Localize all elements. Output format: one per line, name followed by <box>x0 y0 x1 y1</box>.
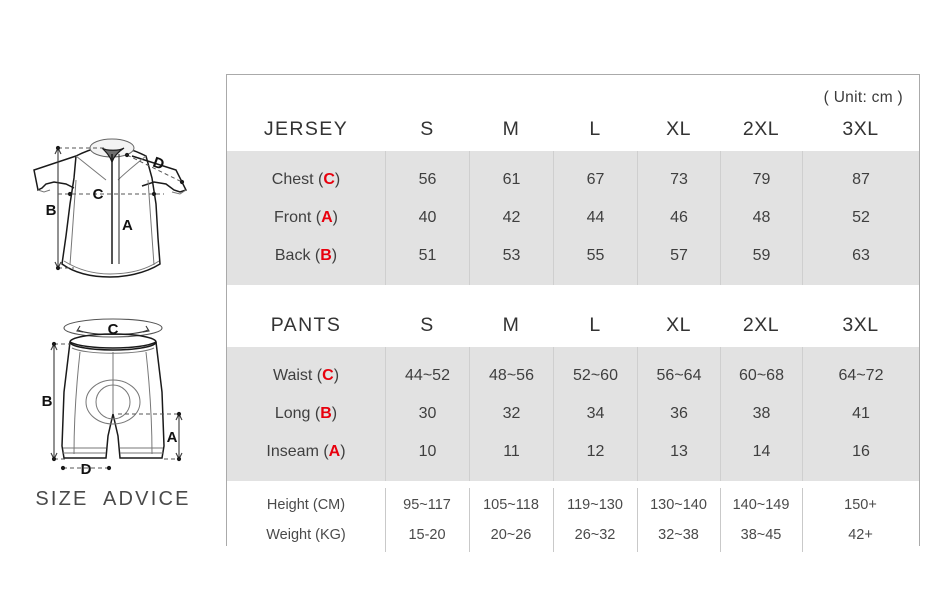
svg-text:A: A <box>167 429 178 446</box>
size-chart-page: B C A D <box>0 0 930 591</box>
cell-back-s: 51 <box>385 237 469 275</box>
cell-weight-xl: 32~38 <box>637 520 720 550</box>
size-header-s: S <box>385 107 469 151</box>
pants-size-header-m: M <box>469 303 553 347</box>
cell-waist-s: 44~52 <box>385 357 469 395</box>
svg-text:A: A <box>122 217 133 234</box>
shorts-diagram: C <box>14 296 214 486</box>
pants-size-header-xl: XL <box>637 303 720 347</box>
size-table: ( Unit: cm ) JERSEY S M L XL 2XL 3XL Che… <box>226 74 920 546</box>
size-advice-title: SIZE ADVICE <box>0 488 226 511</box>
pants-header-row: PANTS S M L XL 2XL 3XL <box>227 303 919 347</box>
row-label-chest: Chest (C) <box>227 161 385 199</box>
size-header-2xl: 2XL <box>720 107 802 151</box>
cell-front-m: 42 <box>469 199 553 237</box>
row-label-back: Back (B) <box>227 237 385 275</box>
cell-inseam-m: 11 <box>469 433 553 471</box>
cell-back-2xl: 59 <box>720 237 802 275</box>
svg-text:C: C <box>93 186 104 203</box>
table-row: Inseam (A) 10 11 12 13 14 16 <box>227 433 919 471</box>
table-row: Waist (C) 44~52 48~56 52~60 56~64 60~68 … <box>227 357 919 395</box>
cell-height-l: 119~130 <box>553 490 637 520</box>
cell-back-m: 53 <box>469 237 553 275</box>
cell-long-2xl: 38 <box>720 395 802 433</box>
cell-height-2xl: 140~149 <box>720 490 802 520</box>
size-header-3xl: 3XL <box>802 107 919 151</box>
cell-waist-xl: 56~64 <box>637 357 720 395</box>
pants-data-band: Waist (C) 44~52 48~56 52~60 56~64 60~68 … <box>227 347 919 481</box>
row-label-height: Height (CM) <box>227 490 385 520</box>
cell-height-3xl: 150+ <box>802 490 919 520</box>
svg-text:B: B <box>42 393 53 410</box>
pants-size-header-2xl: 2XL <box>720 303 802 347</box>
cell-weight-l: 26~32 <box>553 520 637 550</box>
table-row: Chest (C) 56 61 67 73 79 87 <box>227 161 919 199</box>
row-label-weight: Weight (KG) <box>227 520 385 550</box>
cell-weight-m: 20~26 <box>469 520 553 550</box>
svg-text:C: C <box>108 321 119 338</box>
cell-inseam-xl: 13 <box>637 433 720 471</box>
cell-long-m: 32 <box>469 395 553 433</box>
pants-size-header-3xl: 3XL <box>802 303 919 347</box>
jersey-header-row: JERSEY S M L XL 2XL 3XL <box>227 107 919 151</box>
cell-long-3xl: 41 <box>802 395 919 433</box>
pants-size-header-s: S <box>385 303 469 347</box>
table-row: Back (B) 51 53 55 57 59 63 <box>227 237 919 275</box>
cell-weight-3xl: 42+ <box>802 520 919 550</box>
cell-height-m: 105~118 <box>469 490 553 520</box>
table-row: Weight (KG) 15-20 20~26 26~32 32~38 38~4… <box>227 520 919 550</box>
cell-long-l: 34 <box>553 395 637 433</box>
cell-front-3xl: 52 <box>802 199 919 237</box>
row-label-long: Long (B) <box>227 395 385 433</box>
pants-size-header-l: L <box>553 303 637 347</box>
cell-height-s: 95~117 <box>385 490 469 520</box>
size-header-xl: XL <box>637 107 720 151</box>
jersey-data-band: Chest (C) 56 61 67 73 79 87 Front (A) 40… <box>227 151 919 285</box>
cell-waist-l: 52~60 <box>553 357 637 395</box>
table-row: Front (A) 40 42 44 46 48 52 <box>227 199 919 237</box>
advice-block: Height (CM) 95~117 105~118 119~130 130~1… <box>227 481 919 558</box>
row-label-inseam: Inseam (A) <box>227 433 385 471</box>
illustration-panel: B C A D <box>0 0 226 591</box>
pants-title: PANTS <box>227 303 385 347</box>
table-row: Long (B) 30 32 34 36 38 41 <box>227 395 919 433</box>
size-header-l: L <box>553 107 637 151</box>
cell-chest-s: 56 <box>385 161 469 199</box>
svg-text:D: D <box>151 154 167 174</box>
svg-text:B: B <box>46 202 57 219</box>
cell-inseam-3xl: 16 <box>802 433 919 471</box>
jersey-title: JERSEY <box>227 107 385 151</box>
table-row: Height (CM) 95~117 105~118 119~130 130~1… <box>227 490 919 520</box>
cell-weight-s: 15-20 <box>385 520 469 550</box>
cell-long-xl: 36 <box>637 395 720 433</box>
jersey-diagram: B C A D <box>14 108 214 298</box>
cell-front-s: 40 <box>385 199 469 237</box>
row-label-front: Front (A) <box>227 199 385 237</box>
cell-front-xl: 46 <box>637 199 720 237</box>
cell-chest-3xl: 87 <box>802 161 919 199</box>
cell-height-xl: 130~140 <box>637 490 720 520</box>
cell-chest-xl: 73 <box>637 161 720 199</box>
cell-waist-3xl: 64~72 <box>802 357 919 395</box>
cell-back-xl: 57 <box>637 237 720 275</box>
cell-chest-m: 61 <box>469 161 553 199</box>
cell-long-s: 30 <box>385 395 469 433</box>
row-label-waist: Waist (C) <box>227 357 385 395</box>
section-divider <box>227 285 919 303</box>
cell-weight-2xl: 38~45 <box>720 520 802 550</box>
cell-back-3xl: 63 <box>802 237 919 275</box>
cell-waist-2xl: 60~68 <box>720 357 802 395</box>
svg-text:D: D <box>81 461 92 478</box>
cell-chest-2xl: 79 <box>720 161 802 199</box>
cell-inseam-s: 10 <box>385 433 469 471</box>
cell-back-l: 55 <box>553 237 637 275</box>
cell-chest-l: 67 <box>553 161 637 199</box>
cell-inseam-2xl: 14 <box>720 433 802 471</box>
cell-front-l: 44 <box>553 199 637 237</box>
cell-front-2xl: 48 <box>720 199 802 237</box>
cell-waist-m: 48~56 <box>469 357 553 395</box>
size-header-m: M <box>469 107 553 151</box>
cell-inseam-l: 12 <box>553 433 637 471</box>
unit-label: ( Unit: cm ) <box>824 89 903 107</box>
